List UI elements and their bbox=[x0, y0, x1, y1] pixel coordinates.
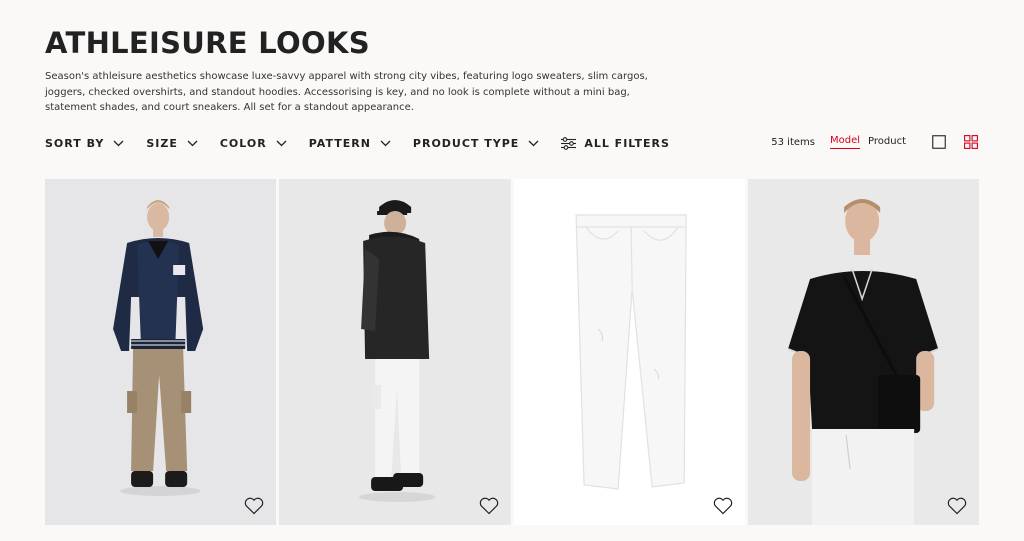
size-dropdown[interactable]: SIZE bbox=[146, 137, 198, 150]
product-card[interactable] bbox=[45, 179, 277, 525]
single-column-layout-icon[interactable] bbox=[932, 135, 946, 149]
filter-bar: SORT BY SIZE COLOR PATTERN PRODUCT TYPE … bbox=[45, 135, 670, 151]
color-dropdown[interactable]: COLOR bbox=[220, 137, 287, 150]
heart-icon[interactable] bbox=[479, 497, 499, 515]
item-count: 53 items bbox=[771, 136, 815, 148]
sort-by-label: SORT BY bbox=[45, 136, 105, 150]
chevron-down-icon bbox=[380, 140, 391, 146]
chevron-down-icon bbox=[113, 140, 124, 146]
size-label: SIZE bbox=[146, 136, 178, 150]
page-title: ATHLEISURE LOOKS bbox=[45, 26, 370, 60]
chevron-down-icon bbox=[528, 140, 539, 146]
pattern-label: PATTERN bbox=[308, 136, 371, 150]
pattern-dropdown[interactable]: PATTERN bbox=[309, 137, 391, 150]
product-image bbox=[45, 179, 277, 525]
product-type-dropdown[interactable]: PRODUCT TYPE bbox=[413, 137, 539, 150]
model-view-toggle[interactable]: Model bbox=[830, 135, 861, 149]
all-filters-button[interactable]: ALL FILTERS bbox=[561, 137, 670, 150]
sliders-icon bbox=[561, 136, 577, 150]
view-controls: 53 items Model Product bbox=[771, 132, 978, 152]
product-view-toggle[interactable]: Product bbox=[868, 136, 906, 149]
grid-layout-icon[interactable] bbox=[964, 135, 978, 149]
heart-icon[interactable] bbox=[244, 497, 264, 515]
product-type-label: PRODUCT TYPE bbox=[412, 136, 520, 150]
all-filters-label: ALL FILTERS bbox=[584, 136, 670, 150]
product-card[interactable] bbox=[513, 179, 745, 525]
sort-by-dropdown[interactable]: SORT BY bbox=[45, 137, 124, 150]
product-card[interactable] bbox=[279, 179, 511, 525]
heart-icon[interactable] bbox=[713, 497, 733, 515]
color-label: COLOR bbox=[219, 136, 267, 150]
page-description: Season's athleisure aesthetics showcase … bbox=[45, 71, 648, 113]
product-grid bbox=[45, 179, 979, 525]
chevron-down-icon bbox=[276, 140, 287, 146]
product-image bbox=[279, 179, 511, 525]
product-card[interactable] bbox=[747, 179, 979, 525]
product-image bbox=[513, 179, 745, 525]
chevron-down-icon bbox=[187, 140, 198, 146]
product-image bbox=[747, 179, 979, 525]
heart-icon[interactable] bbox=[947, 497, 967, 515]
